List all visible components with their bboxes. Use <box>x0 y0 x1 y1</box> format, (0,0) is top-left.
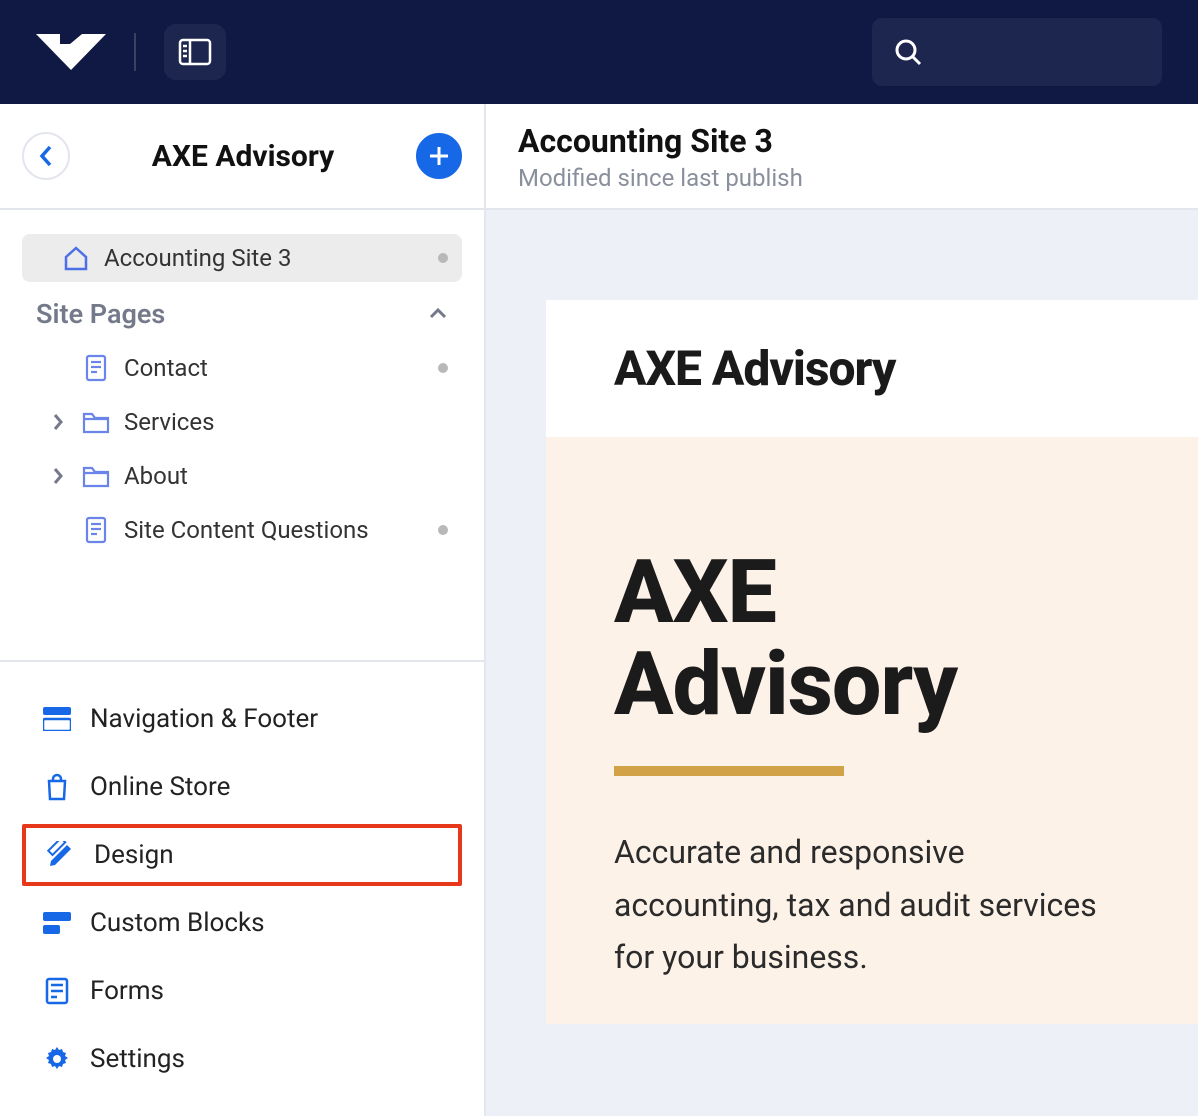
panel-icon <box>178 38 212 66</box>
nav-item-navigation-footer[interactable]: Navigation & Footer <box>22 688 462 750</box>
tree-item-label: Services <box>124 408 214 436</box>
add-button[interactable] <box>416 133 462 179</box>
chevron-up-icon <box>428 307 448 321</box>
page-tree: Accounting Site 3 Site Pages Contact Serv… <box>0 210 484 662</box>
folder-icon <box>82 410 110 434</box>
tree-item-label: Accounting Site 3 <box>104 244 291 272</box>
sidebar: AXE Advisory Accounting Site 3 Site Page… <box>0 104 486 1116</box>
site-navbar: AXE Advisory <box>546 300 1198 437</box>
nav-item-design[interactable]: Design <box>22 824 462 886</box>
page-icon <box>82 354 110 382</box>
topbar-left <box>36 24 226 80</box>
sidebar-header: AXE Advisory <box>0 104 484 210</box>
preview-title: Accounting Site 3 <box>518 122 1166 160</box>
brand-logo[interactable] <box>36 34 106 70</box>
tree-section-site-pages[interactable]: Site Pages <box>22 290 462 338</box>
nav-item-forms[interactable]: Forms <box>22 960 462 1022</box>
nav-item-label: Forms <box>90 976 164 1006</box>
layout-icon <box>42 707 72 731</box>
nav-item-label: Navigation & Footer <box>90 704 318 734</box>
tree-item-label: Contact <box>124 354 208 382</box>
folder-icon <box>82 464 110 488</box>
tree-item-label: About <box>124 462 188 490</box>
page-icon <box>82 516 110 544</box>
plus-icon <box>428 145 450 167</box>
hero-text: Accurate and responsive accounting, tax … <box>614 826 1130 984</box>
tree-item-label: Site Content Questions <box>124 516 369 544</box>
bag-icon <box>42 773 72 801</box>
back-button[interactable] <box>22 132 70 180</box>
modified-dot <box>438 525 448 535</box>
hero-rule <box>614 766 844 776</box>
tree-item[interactable]: Site Content Questions <box>22 506 462 554</box>
sidebar-title: AXE Advisory <box>88 139 398 174</box>
site-brand: AXE Advisory <box>614 340 1130 397</box>
topbar-divider <box>134 33 136 71</box>
bottom-nav: Navigation & Footer Online Store Design Cus… <box>0 662 484 1116</box>
tree-item[interactable]: Contact <box>22 344 462 392</box>
hero-title: AXE Advisory <box>614 547 1130 732</box>
nav-item-label: Online Store <box>90 772 230 802</box>
chevron-right-icon <box>48 413 68 431</box>
pencil-ruler-icon <box>46 841 76 869</box>
home-icon <box>62 244 90 272</box>
nav-item-label: Settings <box>90 1044 185 1074</box>
blocks-icon <box>42 912 72 934</box>
site-hero: AXE Advisory Accurate and responsive acc… <box>546 437 1198 1024</box>
main: AXE Advisory Accounting Site 3 Site Page… <box>0 104 1198 1116</box>
nav-item-label: Custom Blocks <box>90 908 265 938</box>
tree-item[interactable]: About <box>22 452 462 500</box>
nav-item-custom-blocks[interactable]: Custom Blocks <box>22 892 462 954</box>
chevron-right-icon <box>48 467 68 485</box>
chevron-left-icon <box>39 145 53 167</box>
modified-dot <box>438 363 448 373</box>
tree-root-item[interactable]: Accounting Site 3 <box>22 234 462 282</box>
search-box[interactable] <box>872 18 1162 86</box>
panel-toggle-button[interactable] <box>164 24 226 80</box>
topbar <box>0 0 1198 104</box>
search-icon <box>894 38 922 66</box>
nav-item-online-store[interactable]: Online Store <box>22 756 462 818</box>
gear-icon <box>42 1045 72 1073</box>
preview-body: AXE Advisory AXE Advisory Accurate and r… <box>486 210 1198 1116</box>
nav-item-label: Design <box>94 840 174 870</box>
form-icon <box>42 977 72 1005</box>
tree-section-label: Site Pages <box>36 298 165 330</box>
preview-header: Accounting Site 3 Modified since last pu… <box>486 104 1198 210</box>
tree-item[interactable]: Services <box>22 398 462 446</box>
preview-subtitle: Modified since last publish <box>518 164 1166 192</box>
preview-pane: Accounting Site 3 Modified since last pu… <box>486 104 1198 1116</box>
modified-dot <box>438 253 448 263</box>
nav-item-settings[interactable]: Settings <box>22 1028 462 1090</box>
